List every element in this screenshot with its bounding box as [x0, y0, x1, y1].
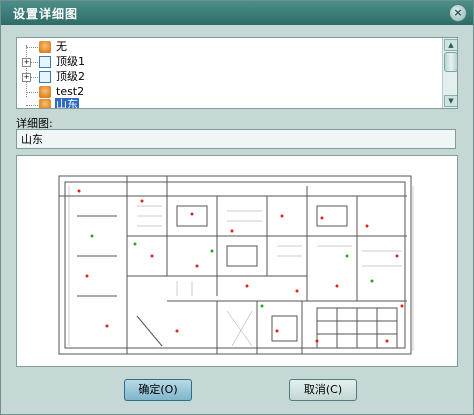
region-tree[interactable]: 无 + 顶级1 + 顶级2 test2 山东 ▲ ▼	[16, 37, 458, 109]
tree-item-top1[interactable]: + 顶级1	[17, 55, 437, 70]
scroll-thumb[interactable]	[444, 52, 457, 72]
person-icon	[39, 86, 51, 98]
tree-branch	[31, 62, 38, 63]
set-detail-dialog: 设置详细图 × 无 + 顶级1 + 顶级2 test2 山东 ▲ ▼ 详细图: …	[0, 0, 474, 415]
expand-icon[interactable]: +	[22, 58, 31, 67]
tree-branch	[26, 92, 38, 93]
close-icon[interactable]: ×	[449, 4, 467, 22]
tree-item-top2[interactable]: + 顶级2	[17, 70, 437, 85]
tree-item-label: 顶级2	[56, 70, 85, 83]
tree-branch	[26, 105, 38, 106]
tree-scrollbar[interactable]: ▲ ▼	[442, 38, 457, 108]
tree-item-label: 顶级1	[56, 55, 85, 68]
person-icon	[39, 99, 51, 108]
tree-branch	[26, 47, 38, 48]
floorplan-preview	[16, 155, 458, 367]
scroll-down-icon[interactable]: ▼	[444, 95, 457, 107]
floorplan-image	[17, 156, 457, 366]
grid-icon	[39, 56, 51, 68]
scroll-up-icon[interactable]: ▲	[444, 39, 457, 51]
expand-icon[interactable]: +	[22, 73, 31, 82]
tree-branch	[31, 77, 38, 78]
tree-item-label: 山东	[55, 98, 79, 108]
detail-value-field: 山东	[16, 129, 456, 149]
dialog-title: 设置详细图	[13, 7, 79, 21]
tree-item-none[interactable]: 无	[17, 40, 437, 55]
cancel-button[interactable]: 取消(C)	[289, 379, 357, 401]
tree-item-label: 无	[56, 40, 67, 53]
grid-icon	[39, 71, 51, 83]
ok-button[interactable]: 确定(O)	[124, 379, 192, 401]
tree-item-shandong[interactable]: 山东	[17, 98, 437, 108]
tree-item-label: test2	[56, 85, 85, 98]
person-icon	[39, 41, 51, 53]
title-bar[interactable]: 设置详细图 ×	[1, 1, 473, 25]
